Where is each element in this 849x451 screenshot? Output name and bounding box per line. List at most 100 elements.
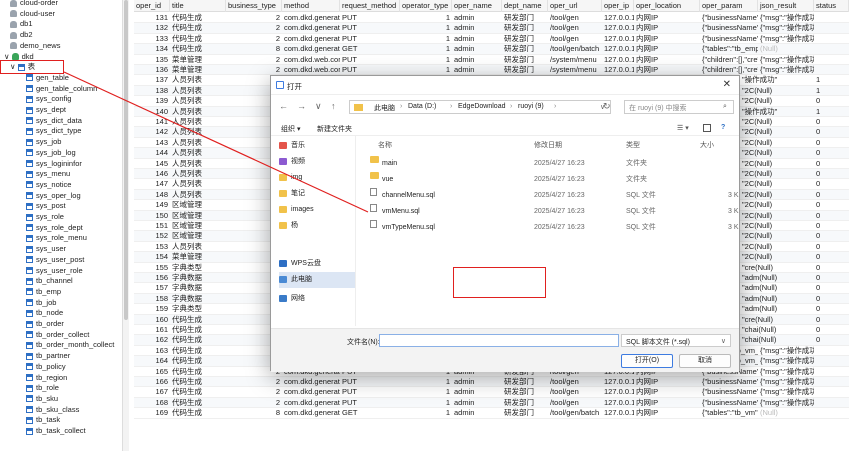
table-cell[interactable]: "2C(Null) bbox=[740, 200, 812, 210]
table-cell[interactable]: 代码生成 bbox=[170, 377, 226, 387]
table-cell[interactable]: 141 bbox=[134, 117, 170, 127]
column-header[interactable]: dept_name bbox=[502, 0, 548, 12]
table-cell[interactable]: 区域管理 bbox=[170, 211, 226, 221]
table-cell[interactable]: 0 bbox=[814, 273, 849, 283]
table-cell[interactable]: 研发部门 bbox=[502, 23, 548, 33]
table-cell[interactable]: 字典类型 bbox=[170, 304, 226, 314]
table-cell[interactable]: PUT bbox=[340, 55, 400, 65]
table-cell[interactable]: 0 bbox=[814, 211, 849, 221]
table-cell[interactable]: 169 bbox=[134, 408, 170, 418]
table-cell[interactable]: 0 bbox=[814, 231, 849, 241]
table-cell[interactable]: 内网IP bbox=[634, 398, 700, 408]
table-cell[interactable]: 研发部门 bbox=[502, 44, 548, 54]
table-cell[interactable]: 127.0.0.1 bbox=[602, 13, 634, 23]
table-cell[interactable]: 代码生成 bbox=[170, 408, 226, 418]
table-cell[interactable]: 135 bbox=[134, 55, 170, 65]
table-cell[interactable]: {"children":[],"cre" bbox=[700, 55, 758, 65]
table-cell[interactable]: PUT bbox=[340, 34, 400, 44]
tree-table[interactable]: tb_policy bbox=[26, 362, 66, 373]
table-cell[interactable]: PUT bbox=[340, 23, 400, 33]
table-cell[interactable]: {"msg":"操作成功" bbox=[758, 356, 814, 366]
table-cell[interactable]: com.dkd.generat bbox=[282, 13, 340, 23]
nav-yang[interactable]: 杨 bbox=[279, 218, 355, 234]
table-cell[interactable]: 0 bbox=[814, 304, 849, 314]
table-cell[interactable]: "2C(Null) bbox=[740, 148, 812, 158]
table-cell[interactable]: 研发部门 bbox=[502, 55, 548, 65]
table-cell[interactable]: 166 bbox=[134, 377, 170, 387]
table-cell[interactable]: PUT bbox=[340, 387, 400, 397]
table-cell[interactable]: /tool/gen bbox=[548, 377, 602, 387]
table-cell[interactable]: GET bbox=[340, 44, 400, 54]
table-cell[interactable]: 127.0.0.1 bbox=[602, 34, 634, 44]
table-cell[interactable]: 内网IP bbox=[634, 377, 700, 387]
tree-table[interactable]: tb_task bbox=[26, 415, 60, 426]
table-cell[interactable]: 127.0.0.1 bbox=[602, 387, 634, 397]
tree-table[interactable]: sys_role bbox=[26, 212, 64, 223]
tree-table[interactable]: sys_role_dept bbox=[26, 223, 83, 234]
refresh-icon[interactable]: ↻ bbox=[603, 101, 611, 112]
filename-input[interactable] bbox=[379, 334, 619, 347]
table-cell[interactable]: 字典数据 bbox=[170, 294, 226, 304]
table-cell[interactable]: 2 bbox=[226, 23, 282, 33]
tree-table[interactable]: tb_node bbox=[26, 308, 63, 319]
table-cell[interactable]: 0 bbox=[814, 252, 849, 262]
table-cell[interactable]: 人员列表 bbox=[170, 159, 226, 169]
table-cell[interactable]: 154 bbox=[134, 252, 170, 262]
table-cell[interactable]: 内网IP bbox=[634, 55, 700, 65]
table-cell[interactable]: {"businessName": bbox=[700, 23, 758, 33]
tree-table[interactable]: gen_table_column bbox=[26, 84, 97, 95]
tree-db[interactable]: cloud-order bbox=[10, 0, 58, 9]
table-cell[interactable]: 0 bbox=[814, 221, 849, 231]
table-cell[interactable]: 158 bbox=[134, 294, 170, 304]
table-cell[interactable]: {"msg":"操作成功" bbox=[758, 346, 814, 356]
table-cell[interactable]: /tool/gen bbox=[548, 23, 602, 33]
table-cell[interactable]: {"children":[],"cre" bbox=[700, 65, 758, 75]
table-cell[interactable]: 菜单管理 bbox=[170, 252, 226, 262]
table-cell[interactable]: 代码生成 bbox=[170, 23, 226, 33]
table-cell[interactable]: 127.0.0.1 bbox=[602, 23, 634, 33]
table-cell[interactable]: 0 bbox=[814, 335, 849, 345]
tree-table[interactable]: sys_notice bbox=[26, 180, 71, 191]
table-cell[interactable]: 134 bbox=[134, 44, 170, 54]
table-cell[interactable]: admin bbox=[452, 13, 502, 23]
table-cell[interactable]: 8 bbox=[226, 408, 282, 418]
table-cell[interactable]: {"msg":"操作成功" bbox=[758, 377, 814, 387]
table-cell[interactable]: 148 bbox=[134, 190, 170, 200]
table-cell[interactable]: "2C(Null) bbox=[740, 221, 812, 231]
table-cell[interactable]: 132 bbox=[134, 23, 170, 33]
table-cell[interactable]: 143 bbox=[134, 138, 170, 148]
table-cell[interactable]: 0 bbox=[814, 169, 849, 179]
table-cell[interactable]: "2C(Null) bbox=[740, 231, 812, 241]
table-cell[interactable]: {"msg":"操作成功" bbox=[758, 13, 814, 23]
table-cell[interactable]: "2C(Null) bbox=[740, 211, 812, 221]
table-cell[interactable]: 内网IP bbox=[634, 387, 700, 397]
table-cell[interactable]: "2C(Null) bbox=[740, 86, 812, 96]
column-header[interactable]: oper_id bbox=[134, 0, 170, 12]
table-cell[interactable]: 136 bbox=[134, 65, 170, 75]
table-cell[interactable]: PUT bbox=[340, 13, 400, 23]
table-cell[interactable]: "操作成功" bbox=[740, 75, 812, 85]
column-header[interactable]: oper_url bbox=[548, 0, 602, 12]
table-cell[interactable]: 0 bbox=[814, 315, 849, 325]
table-cell[interactable]: 133 bbox=[134, 34, 170, 44]
table-cell[interactable]: 0 bbox=[814, 283, 849, 293]
table-cell[interactable]: {"msg":"操作成功" bbox=[758, 65, 814, 75]
table-cell[interactable]: 8 bbox=[226, 44, 282, 54]
table-cell[interactable]: 156 bbox=[134, 273, 170, 283]
table-cell[interactable]: /tool/gen bbox=[548, 34, 602, 44]
table-cell[interactable]: com.dkd.generat bbox=[282, 408, 340, 418]
table-cell[interactable]: 2 bbox=[226, 65, 282, 75]
nav-network[interactable]: 网络 bbox=[279, 291, 355, 307]
column-header[interactable]: business_type bbox=[226, 0, 282, 12]
breadcrumb[interactable]: 此电脑 › Data (D:) › EdgeDownload › ruoyi (… bbox=[349, 100, 611, 114]
table-row[interactable]: 135 菜单管理 2 com.dkd.web.cor PUT 1 admin 研发部门/sys… bbox=[134, 55, 849, 65]
table-cell[interactable]: (Null) bbox=[758, 44, 814, 54]
breadcrumb-item[interactable]: EdgeDownload bbox=[458, 103, 505, 110]
tree-table[interactable]: tb_emp bbox=[26, 287, 61, 298]
table-cell[interactable]: 159 bbox=[134, 304, 170, 314]
table-cell[interactable]: com.dkd.generat bbox=[282, 34, 340, 44]
table-cell[interactable]: 2 bbox=[226, 34, 282, 44]
table-cell[interactable]: "cre(Null) bbox=[740, 263, 812, 273]
table-cell[interactable]: 137 bbox=[134, 75, 170, 85]
nav-notes[interactable]: 笔记 bbox=[279, 186, 355, 202]
